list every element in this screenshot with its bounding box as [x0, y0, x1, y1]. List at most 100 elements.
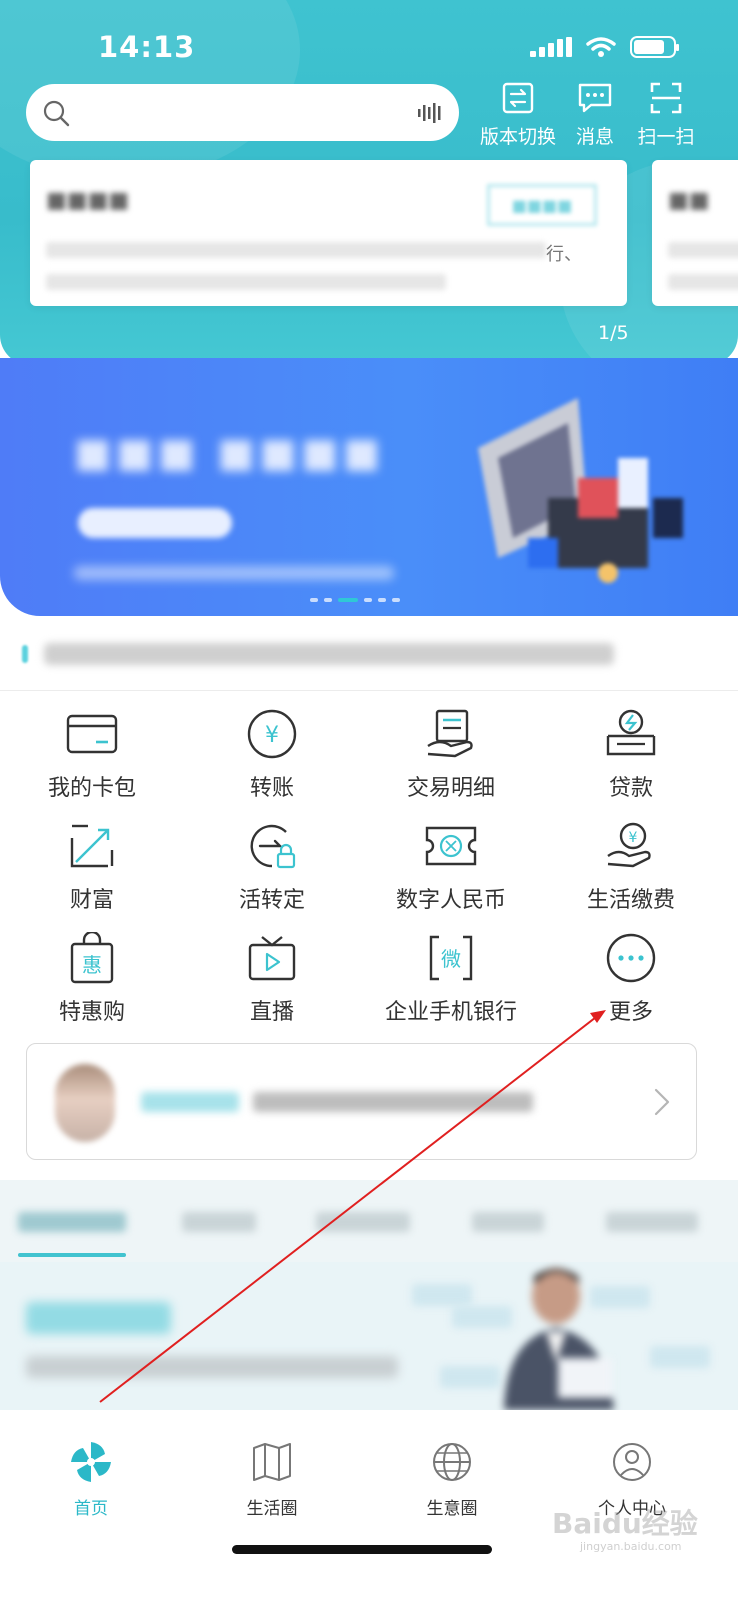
live-stream-icon — [248, 936, 296, 981]
banner-subtitle — [74, 566, 394, 580]
wealth-icon — [70, 824, 114, 868]
service-label: 生活缴费 — [586, 888, 675, 913]
wifi-icon — [586, 37, 616, 57]
service-label: 企业手机银行 — [384, 1000, 517, 1025]
notice-text — [44, 643, 614, 665]
manager-description — [253, 1092, 533, 1112]
info-card-next[interactable]: ■■ — [652, 160, 738, 306]
service-deposit-convert[interactable]: 活转定 — [182, 818, 362, 914]
battery-icon — [630, 36, 679, 58]
promo-banner[interactable]: ■■■ ■■■■ — [0, 358, 738, 616]
info-card-line — [668, 274, 738, 290]
service-label: 活转定 — [238, 888, 305, 913]
service-label: 更多 — [608, 1000, 653, 1025]
service-more[interactable]: 更多 — [541, 930, 721, 1026]
voice-input-icon[interactable] — [417, 102, 443, 124]
transaction-details-icon — [427, 709, 473, 758]
tab-home[interactable]: 首页 — [31, 1438, 151, 1519]
home-indicator[interactable] — [232, 1545, 492, 1554]
info-card-fragment: 行、 — [546, 244, 582, 265]
service-corporate-banking[interactable]: 微 企业手机银行 — [361, 930, 541, 1026]
content-tab[interactable] — [316, 1212, 410, 1232]
tab-label: 首页 — [74, 1499, 108, 1519]
service-label: 转账 — [249, 776, 294, 801]
status-icons — [530, 36, 679, 58]
service-discount-shop[interactable]: 惠 特惠购 — [2, 930, 182, 1026]
svg-text:惠: 惠 — [82, 953, 102, 977]
promo-title — [26, 1302, 171, 1334]
info-card-title: ■■■■ — [46, 188, 130, 213]
service-label: 财富 — [69, 888, 114, 913]
svg-text:¥: ¥ — [265, 723, 279, 748]
scan-icon — [650, 82, 682, 114]
service-label: 直播 — [249, 1000, 294, 1025]
account-manager-card[interactable] — [26, 1043, 697, 1160]
tab-business-circle[interactable]: 生意圈 — [392, 1438, 512, 1519]
service-loan[interactable]: 贷款 — [541, 706, 721, 802]
promo-subtitle — [26, 1356, 398, 1378]
content-tab[interactable] — [182, 1212, 256, 1232]
life-circle-icon — [253, 1443, 291, 1481]
service-digital-rmb[interactable]: 数字人民币 — [361, 818, 541, 914]
banner-headline: ■■■ ■■■■ — [74, 430, 385, 476]
svg-text:微: 微 — [441, 947, 461, 971]
svg-text:¥: ¥ — [629, 830, 638, 846]
banner-illustration — [478, 398, 683, 583]
info-card-line — [46, 242, 546, 258]
service-label: 交易明细 — [406, 776, 495, 801]
discount-shop-icon: 惠 — [70, 932, 114, 984]
more-icon — [606, 933, 656, 983]
service-live-stream[interactable]: 直播 — [182, 930, 362, 1026]
promo-person-image — [504, 1268, 614, 1410]
content-tab[interactable] — [606, 1212, 698, 1232]
tab-label: 生意圈 — [426, 1499, 478, 1519]
business-circle-icon — [433, 1443, 471, 1481]
deposit-convert-icon — [250, 824, 296, 869]
content-tab[interactable] — [18, 1212, 126, 1232]
notice-accent — [22, 645, 28, 663]
notice-bar[interactable] — [22, 636, 662, 672]
service-transaction-details[interactable]: 交易明细 — [361, 706, 541, 802]
promo-chip — [650, 1346, 710, 1368]
content-tab[interactable] — [472, 1212, 544, 1232]
version-switch-icon — [502, 82, 534, 114]
message-icon — [578, 83, 612, 113]
status-time: 14:13 — [98, 30, 196, 64]
search-input[interactable] — [82, 102, 417, 123]
watermark-logo: Baidu经验 — [552, 1507, 698, 1540]
info-card-tag[interactable]: ■■■■ — [487, 184, 597, 226]
promo-chip — [412, 1284, 472, 1306]
service-label: 特惠购 — [58, 1000, 125, 1025]
service-label: 数字人民币 — [395, 888, 506, 913]
digital-rmb-icon — [425, 826, 477, 866]
transfer-icon: ¥ — [247, 709, 297, 759]
card-pager: 1/5 — [598, 322, 629, 344]
info-card[interactable]: ■■■■ ■■■■ 行、 — [30, 160, 627, 306]
service-bill-payment[interactable]: ¥ 生活缴费 — [541, 818, 721, 914]
banner-pagination — [310, 598, 400, 602]
divider — [0, 690, 738, 691]
version-switch-button[interactable]: 版本切换 — [476, 78, 560, 149]
info-card-next-title: ■■ — [668, 188, 710, 213]
promo-card[interactable] — [0, 1262, 738, 1410]
banner-button[interactable] — [78, 508, 232, 538]
watermark-url: jingyan.baidu.com — [580, 1540, 682, 1553]
scan-label: 扫一扫 — [637, 126, 695, 148]
scan-button[interactable]: 扫一扫 — [624, 78, 708, 149]
service-wealth[interactable]: 财富 — [2, 818, 182, 914]
search-bar[interactable] — [26, 84, 459, 141]
corporate-banking-icon: 微 — [429, 935, 473, 981]
service-transfer[interactable]: ¥ 转账 — [182, 706, 362, 802]
manager-name — [141, 1092, 239, 1112]
content-tabs — [0, 1200, 738, 1260]
service-card-wallet[interactable]: 我的卡包 — [2, 706, 182, 802]
promo-chip — [440, 1366, 500, 1388]
active-tab-indicator — [18, 1253, 126, 1257]
home-icon — [71, 1442, 111, 1482]
bill-payment-icon: ¥ — [607, 822, 651, 868]
profile-icon — [613, 1443, 651, 1481]
service-label: 我的卡包 — [47, 776, 136, 801]
cellular-signal-icon — [530, 37, 572, 57]
tab-life-circle[interactable]: 生活圈 — [212, 1438, 332, 1519]
chevron-right-icon — [654, 1088, 670, 1116]
